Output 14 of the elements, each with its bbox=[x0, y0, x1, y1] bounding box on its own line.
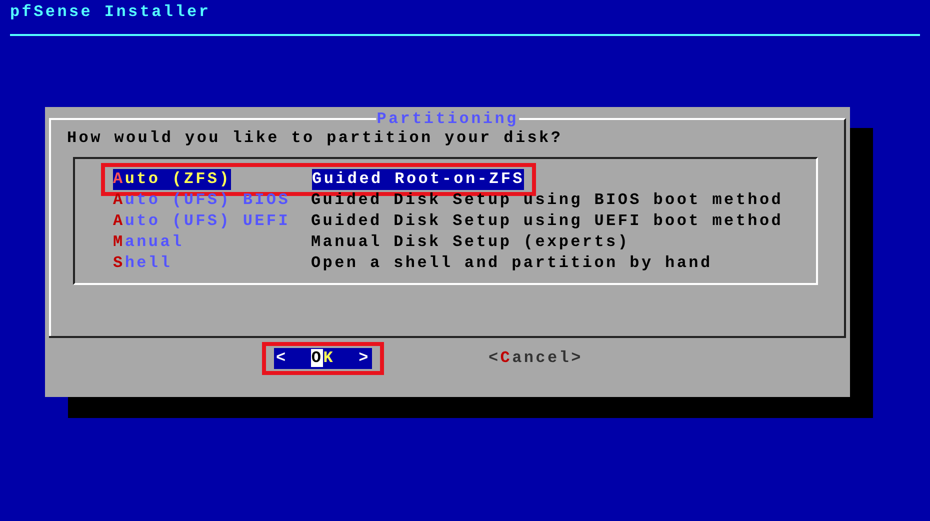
ok-button[interactable]: < OK > bbox=[274, 348, 372, 369]
window-title: pfSense Installer bbox=[9, 2, 212, 23]
prompt-text: How would you like to partition your disk? bbox=[67, 128, 564, 149]
menu-item-description: Manual Disk Setup (experts) bbox=[311, 232, 630, 253]
menu-item-description: Guided Disk Setup using BIOS boot method bbox=[311, 190, 784, 211]
menu-item[interactable]: Shell bbox=[113, 253, 311, 274]
menu-item[interactable]: Manual bbox=[113, 232, 311, 253]
menu-item-description: Open a shell and partition by hand bbox=[311, 253, 712, 274]
menu-item[interactable]: Auto (ZFS) bbox=[113, 169, 232, 190]
menu-item-description: Guided Disk Setup using UEFI boot method bbox=[311, 211, 784, 232]
cancel-button[interactable]: <Cancel> bbox=[486, 348, 585, 369]
menu-item[interactable]: Auto (UFS) BIOS bbox=[113, 190, 311, 211]
menu-item-description: Guided Root-on-ZFS bbox=[312, 169, 524, 190]
menu-item[interactable]: Auto (UFS) UEFI bbox=[113, 211, 311, 232]
